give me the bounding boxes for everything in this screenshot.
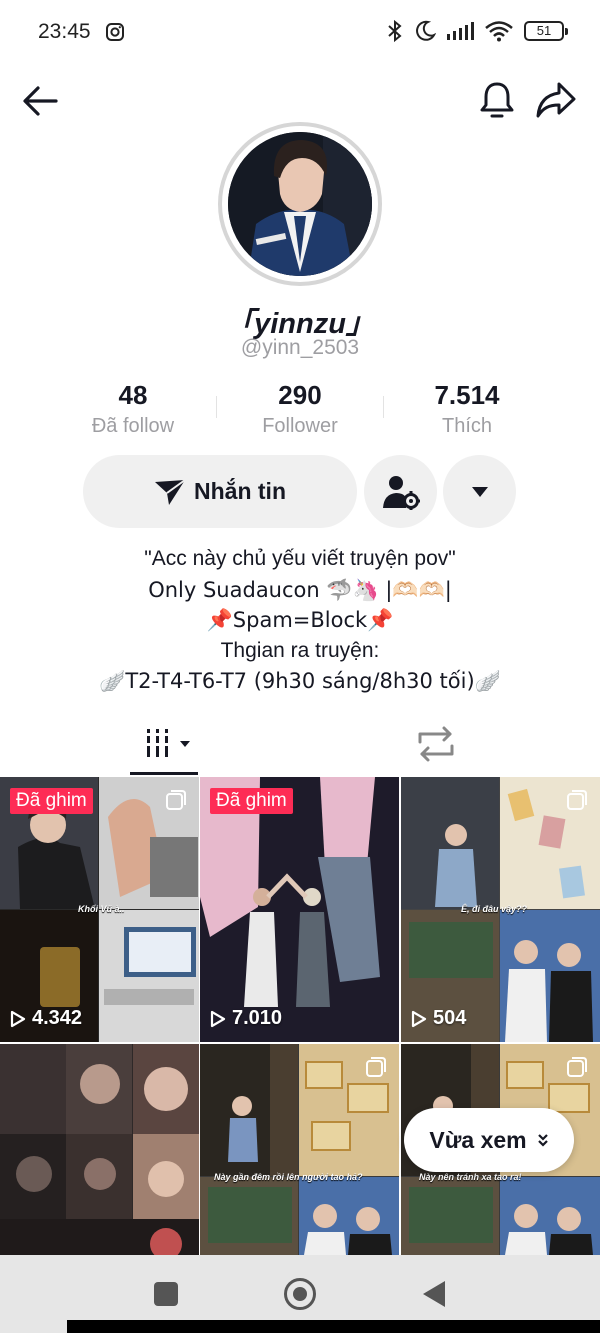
multi-photo-icon <box>366 1057 386 1077</box>
home-button[interactable] <box>284 1278 316 1310</box>
status-icons: 51 <box>386 19 568 43</box>
multi-photo-icon <box>567 790 587 810</box>
profile-stats: 48 Đã follow 290 Follower 7.514 Thích <box>0 380 600 440</box>
system-back-button[interactable] <box>423 1281 445 1307</box>
stat-divider <box>216 396 217 418</box>
view-count-value: 4.342 <box>32 1007 83 1029</box>
stat-following[interactable]: 48 Đã follow <box>53 380 213 438</box>
video-caption: Khối Vũ à.. <box>78 904 125 914</box>
status-time: 23:45 <box>38 20 91 43</box>
bell-icon[interactable] <box>477 80 517 120</box>
bio-line: Only Suadaucon 🦈🦄 |🫶🏻🫶🏻| <box>148 577 452 602</box>
video-caption: Này gần đêm rồi lên người tao hả? <box>214 1172 363 1182</box>
recently-viewed-label: Vừa xem <box>429 1126 527 1153</box>
active-tab-indicator <box>130 772 198 775</box>
bio-line: Thgian ra truyện: <box>220 638 380 662</box>
recently-viewed-button[interactable]: Vừa xem <box>404 1108 574 1172</box>
repost-icon[interactable] <box>410 720 462 768</box>
share-icon[interactable] <box>535 80 577 120</box>
video-tile[interactable] <box>0 1044 199 1255</box>
view-count: 7.010 <box>210 1007 282 1030</box>
wifi-icon <box>485 21 513 42</box>
view-count-value: 504 <box>433 1007 467 1029</box>
bio-line: "Acc này chủ yếu viết truyện pov" <box>144 547 456 570</box>
video-tile[interactable]: Này gần đêm rồi lên người tao hả? <box>200 1044 399 1255</box>
battery-level: 51 <box>536 23 552 38</box>
view-count: 504 <box>411 1007 466 1030</box>
status-bar: 23:45 51 <box>0 0 600 66</box>
view-count: 4.342 <box>10 1007 82 1030</box>
message-button-label: Nhắn tin <box>194 478 286 504</box>
videos-grid-icon[interactable] <box>130 716 198 778</box>
gesture-bar <box>67 1320 600 1333</box>
stat-likes[interactable]: 7.514 Thích <box>387 380 547 438</box>
stat-value: 7.514 <box>434 380 500 410</box>
instagram-icon <box>106 23 124 41</box>
view-count-value: 7.010 <box>232 1007 283 1029</box>
avatar[interactable] <box>228 132 372 276</box>
video-tile[interactable]: Đã ghim Khối Vũ à.. 4.342 <box>0 777 199 1042</box>
more-options-button[interactable] <box>443 455 516 528</box>
multi-photo-icon <box>166 790 186 810</box>
back-arrow-icon[interactable] <box>22 82 60 120</box>
stat-value: 290 <box>278 380 322 410</box>
play-icon <box>210 1010 226 1027</box>
stat-label: Follower <box>262 415 338 437</box>
person-gear-icon <box>382 475 420 510</box>
pinned-badge: Đã ghim <box>10 788 93 814</box>
video-caption: Ê, đi đâu vậy?? <box>461 904 528 914</box>
recent-apps-button[interactable] <box>154 1282 178 1306</box>
send-icon <box>155 478 186 505</box>
stat-label: Đã follow <box>91 415 175 437</box>
video-caption: Này nên tránh xa tao ra! <box>419 1172 522 1182</box>
battery-icon: 51 <box>524 21 568 41</box>
stat-followers[interactable]: 290 Follower <box>220 380 380 438</box>
video-grid: Đã ghim Khối Vũ à.. 4.342 Đã ghim 7.010 <box>0 777 600 1255</box>
moon-icon <box>416 20 436 41</box>
double-chevron-down-icon <box>537 1134 548 1147</box>
video-tile[interactable]: Ê, đi đâu vậy?? 504 <box>401 777 600 1042</box>
stat-divider <box>383 396 384 418</box>
play-icon <box>411 1010 427 1027</box>
bio: "Acc này chủ yếu viết truyện pov" Only S… <box>0 544 600 697</box>
video-tile[interactable]: Đã ghim 7.010 <box>200 777 399 1042</box>
stat-label: Thích <box>441 415 493 437</box>
bluetooth-icon <box>388 19 402 43</box>
bio-line: 📌Spam=Block📌 <box>206 608 394 632</box>
caret-down-icon <box>471 486 488 497</box>
username: @yinn_2503 <box>240 336 360 359</box>
follow-settings-button[interactable] <box>364 455 437 528</box>
multi-photo-icon <box>567 1057 587 1077</box>
bio-line: 🪽T2-T4-T6-T7 (9h30 sáng/8h30 tối)🪽 <box>99 669 501 693</box>
message-button[interactable]: Nhắn tin <box>83 455 357 528</box>
play-icon <box>10 1010 26 1027</box>
stat-value: 48 <box>118 380 148 410</box>
signal-icon <box>447 22 474 40</box>
pinned-badge: Đã ghim <box>210 788 293 814</box>
